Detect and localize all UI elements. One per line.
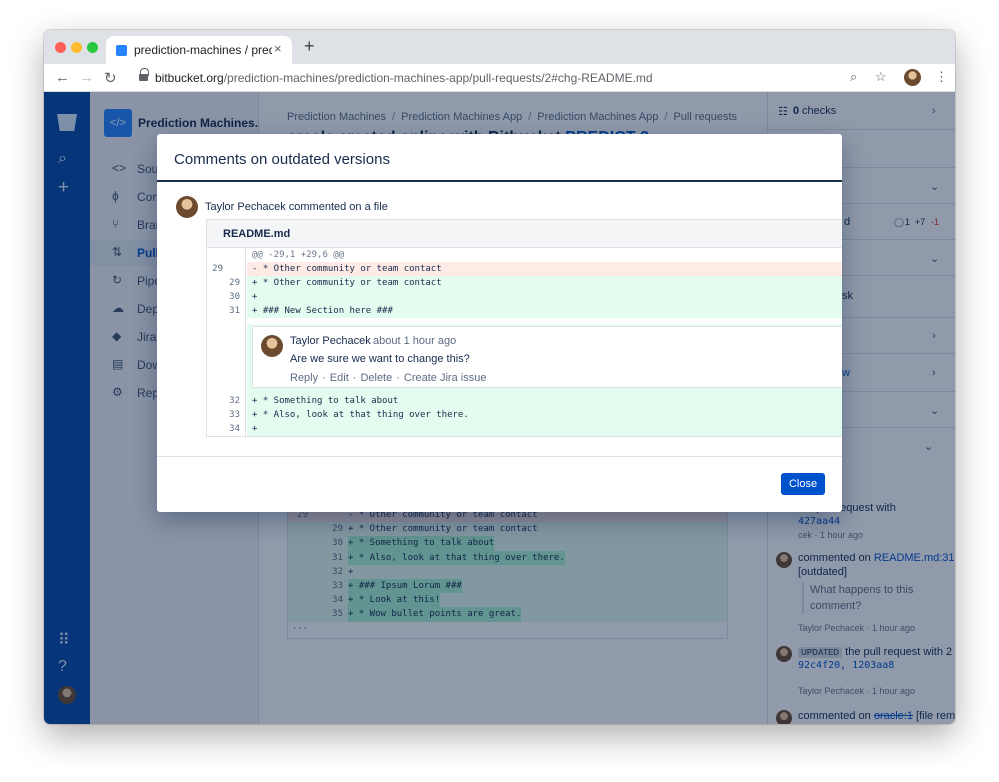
diff-line: 33 + * Also, look at that thing over ther… <box>207 408 842 422</box>
back-icon[interactable]: ← <box>55 69 70 86</box>
diff-line: 29 + * Other community or team contact <box>207 276 842 290</box>
avatar <box>261 335 283 357</box>
hunk-header-text: @@ -29,1 +29,6 @@ <box>252 250 345 260</box>
diff-line-code: + * Something to talk about <box>252 396 399 406</box>
tab-title: prediction-machines / predictio <box>134 43 272 57</box>
url-path: /prediction-machines/prediction-machines… <box>223 71 653 85</box>
diff-line: 34 + <box>207 422 842 436</box>
zoom-window-button[interactable] <box>87 42 98 53</box>
lock-icon <box>139 68 149 81</box>
separator-dot: · <box>352 372 357 384</box>
file-header: README.md <box>207 220 842 248</box>
comment-time: about 1 hour ago <box>373 335 457 347</box>
zoom-icon[interactable]: ⌕ <box>850 69 857 85</box>
dialog-title: Comments on outdated versions <box>174 151 390 168</box>
url-host: bitbucket.org <box>155 71 224 85</box>
star-icon[interactable]: ☆ <box>875 69 887 85</box>
close-window-button[interactable] <box>55 42 66 53</box>
comment-card: Taylor Pechacek about 1 hour ago Are we … <box>252 326 842 388</box>
forward-icon[interactable]: → <box>79 69 94 86</box>
diff-line-background <box>247 422 842 436</box>
hunk-header: @@ -29,1 +29,6 @@ <box>207 248 842 262</box>
file-diff: README.md @@ -29,1 +29,6 @@ 29- * Other … <box>206 219 842 438</box>
diff-line-code: - * Other community or team contact <box>252 264 442 274</box>
diff-line-code: + ### New Section here ### <box>252 306 393 316</box>
close-button[interactable]: Close <box>781 473 825 495</box>
diff-line: 29- * Other community or team contact <box>207 262 842 276</box>
diff-line: 30 + <box>207 290 842 304</box>
comments-dialog: Comments on outdated versions Taylor Pec… <box>157 134 842 512</box>
tab-close-icon[interactable]: × <box>274 41 282 56</box>
create-jira-issue-link[interactable]: Create Jira issue <box>404 372 487 384</box>
kebab-icon[interactable]: ⋮ <box>935 69 948 85</box>
comment-author[interactable]: Taylor Pechacek <box>290 335 371 347</box>
separator-dot: · <box>396 372 400 384</box>
diff-line: 32 + * Something to talk about <box>207 394 842 408</box>
diff-line-code: + <box>252 424 258 434</box>
diff-line-code: + * Also, look at that thing over there. <box>252 410 469 420</box>
diff-line-code: + <box>252 292 258 302</box>
diff-line: 31 + ### New Section here ### <box>207 304 842 318</box>
comment-body: Are we sure we want to change this? <box>290 353 470 365</box>
comment-author-line: Taylor Pechacek commented on a file <box>205 201 388 213</box>
bitbucket-favicon-icon <box>116 45 127 56</box>
line-number-gutter <box>207 248 246 438</box>
dialog-footer: Close <box>157 456 842 512</box>
diff-line-code: + * Other community or team contact <box>252 278 442 288</box>
reload-icon[interactable]: ↻ <box>104 69 117 87</box>
profile-avatar[interactable] <box>904 69 921 86</box>
tab-bar: prediction-machines / predictio × + <box>44 30 955 64</box>
browser-tab[interactable]: prediction-machines / predictio × <box>106 36 292 64</box>
separator-dot: · <box>322 372 326 384</box>
reply-link[interactable]: Reply <box>290 372 318 384</box>
inline-comment: Taylor Pechacek about 1 hour ago Are we … <box>247 324 842 394</box>
delete-link[interactable]: Delete <box>360 372 392 384</box>
minimize-window-button[interactable] <box>71 42 82 53</box>
diff-line-background <box>247 290 842 304</box>
comment-actions: Reply · Edit · Delete · Create Jira issue <box>290 372 486 384</box>
address-bar: ← → ↻ bitbucket.org/prediction-machines/… <box>44 64 955 92</box>
new-tab-icon[interactable]: + <box>304 36 315 57</box>
url-field[interactable]: bitbucket.org/prediction-machines/predic… <box>155 71 653 85</box>
dialog-header: Comments on outdated versions <box>157 134 842 182</box>
file-name[interactable]: README.md <box>223 228 290 240</box>
avatar <box>176 196 198 218</box>
edit-link[interactable]: Edit <box>330 372 349 384</box>
